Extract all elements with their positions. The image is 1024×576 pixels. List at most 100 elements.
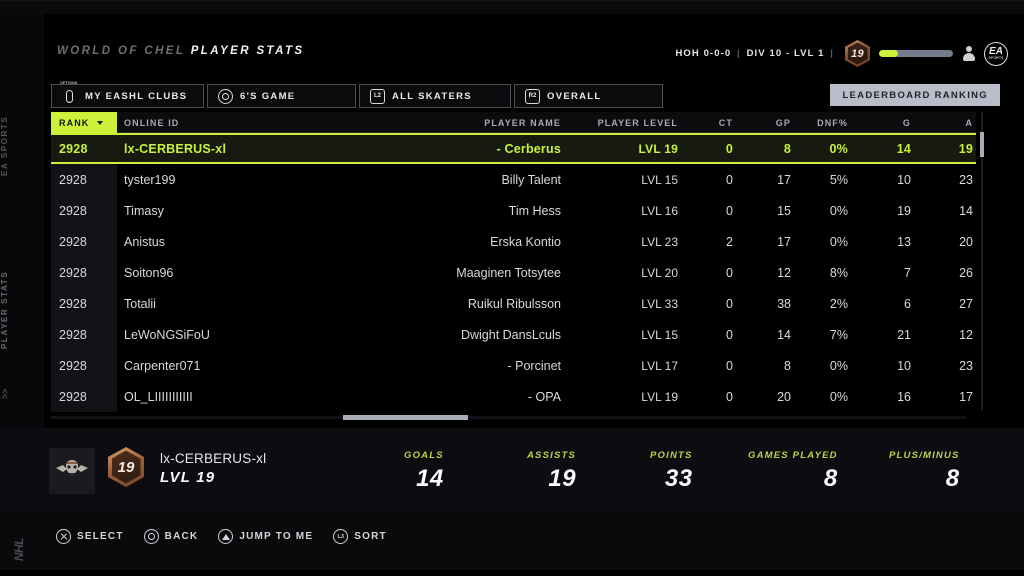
- summary-stat-assists: ASSISTS 19: [527, 450, 576, 493]
- cell-dnf: 0%: [829, 358, 848, 373]
- table-row[interactable]: 2928 Totalii Ruikul Ribulsson LVL 33 0 38 2% 6 2…: [51, 288, 976, 319]
- column-header-player-level[interactable]: PLAYER LEVEL: [566, 112, 678, 133]
- column-header-gp[interactable]: GP: [739, 112, 791, 133]
- summary-stat-label: PLUS/MINUS: [889, 450, 960, 461]
- filter-stat-scope[interactable]: R2 OVERALL: [514, 84, 663, 108]
- cell-player-level: LVL 17: [641, 358, 678, 373]
- rail-item-ea-sports[interactable]: EA SPORTS: [0, 106, 44, 186]
- horizontal-scrollbar[interactable]: [51, 415, 966, 420]
- table-header-row: RANK ONLINE ID PLAYER NAME PLAYER LEVEL …: [51, 112, 976, 133]
- action-back[interactable]: BACK: [143, 529, 199, 544]
- status-separator-1: |: [737, 48, 741, 59]
- column-header-a[interactable]: A: [921, 112, 973, 133]
- profile-icon[interactable]: [962, 46, 975, 61]
- column-header-g[interactable]: G: [859, 112, 911, 133]
- cell-ct: 0: [726, 203, 733, 218]
- nhl-logo-zone: NHL: [0, 512, 44, 576]
- cell-dnf: 0%: [829, 203, 848, 218]
- cell-g: 21: [897, 327, 911, 342]
- l2-button-icon: L2: [370, 88, 385, 104]
- column-header-dnf[interactable]: DNF%: [796, 112, 848, 133]
- r2-button-icon: R2: [525, 88, 540, 104]
- page-title: WORLD OF CHEL PLAYER STATS: [57, 45, 304, 57]
- cell-online-id: Carpenter071: [124, 358, 201, 373]
- cell-g: 7: [904, 265, 911, 280]
- cell-a: 23: [959, 172, 973, 187]
- cell-online-id: LeWoNGSiFoU: [124, 327, 210, 342]
- cell-gp: 17: [777, 172, 791, 187]
- summary-player-id: lx-CERBERUS-xl: [160, 451, 267, 466]
- options-button-icon: OPTIONS: [60, 81, 78, 104]
- cell-rank: 2928: [59, 265, 87, 280]
- cell-rank: 2928: [59, 172, 87, 187]
- action-select[interactable]: SELECT: [56, 529, 124, 544]
- status-dash: -: [785, 48, 794, 59]
- summary-stat-goals: GOALS 14: [404, 450, 444, 493]
- ea-logo-text: EA: [989, 45, 1003, 57]
- table-row[interactable]: 2928 tyster199 Billy Talent LVL 15 0 17 5% 10 23…: [51, 164, 976, 195]
- table-row[interactable]: 2928OL_LIIIIIIIIIII- OPALVL 190200%16173…: [51, 381, 976, 412]
- cell-dnf: 5%: [829, 172, 848, 187]
- triangle-button-icon: [218, 529, 234, 544]
- cell-player-name: - OPA: [527, 389, 561, 404]
- level-status: LVL 1: [793, 48, 825, 59]
- summary-stat-value: 8: [945, 465, 960, 492]
- column-header-rank[interactable]: RANK: [51, 112, 117, 133]
- table-row[interactable]: 2928 Carpenter071 - Porcinet LVL 17 0 8 0% 10 23…: [51, 350, 976, 381]
- cell-gp: 12: [777, 265, 791, 280]
- cell-player-name: Maaginen Totsytee: [456, 265, 561, 280]
- options-button-caption: OPTIONS: [60, 81, 78, 85]
- table-row[interactable]: 2928 LeWoNGSiFoU Dwight DansLculs LVL 15 0 14…: [51, 319, 976, 350]
- filter-position[interactable]: L2 ALL SKATERS: [359, 84, 511, 108]
- summary-stat-points: POINTS 33: [650, 450, 693, 493]
- cell-player-level: LVL 19: [641, 389, 678, 404]
- column-header-online-id[interactable]: ONLINE ID: [124, 112, 334, 133]
- cell-a: 26: [959, 265, 973, 280]
- cell-online-id: Anistus: [124, 234, 165, 249]
- cell-a: 23: [959, 358, 973, 373]
- ea-sports-logo-icon: EA SPORTS: [984, 41, 1008, 66]
- cell-player-name: Erska Kontio: [490, 234, 561, 249]
- filter-my-eashl-clubs[interactable]: OPTIONS MY EASHL CLUBS: [51, 81, 204, 108]
- filter-game-mode[interactable]: 6'S GAME: [207, 84, 356, 108]
- cell-player-level: LVL 23: [641, 234, 678, 249]
- vertical-scrollbar[interactable]: [980, 112, 984, 410]
- cell-player-name: - Cerberus: [496, 141, 561, 156]
- action-label: SELECT: [77, 531, 124, 542]
- rail-expand-chevrons-icon[interactable]: >>: [0, 386, 44, 402]
- cell-g: 14: [896, 141, 911, 156]
- cell-g: 6: [904, 296, 911, 311]
- table-row[interactable]: 2928 Soiton96 Maaginen Totsytee LVL 20 0 12 8%…: [51, 257, 976, 288]
- cell-a: 19: [958, 141, 973, 156]
- cell-gp: 15: [777, 203, 791, 218]
- cell-online-id: Soiton96: [124, 265, 174, 280]
- summary-player-level: LVL 19: [160, 469, 216, 486]
- action-jump-to-me[interactable]: JUMP TO ME: [218, 529, 313, 544]
- summary-stat-label: ASSISTS: [527, 450, 577, 461]
- cell-gp: 8: [784, 358, 791, 373]
- rail-item-player-stats[interactable]: PLAYER STATS: [0, 266, 44, 354]
- cell-a: 12: [959, 327, 973, 342]
- column-header-player-name[interactable]: PLAYER NAME: [336, 112, 561, 133]
- action-sort[interactable]: L3 SORT: [333, 529, 387, 544]
- filter-label: 6'S GAME: [240, 90, 296, 102]
- cell-player-level: LVL 19: [638, 141, 678, 156]
- table-row[interactable]: 2928TimasyTim HessLVL 160150%191433: [51, 195, 976, 226]
- bottom-letterbox: [0, 570, 1024, 576]
- cell-ct: 0: [726, 327, 733, 342]
- table-row[interactable]: 2928AnistusErska KontioLVL 232170%132033: [51, 226, 976, 257]
- table-row-selected[interactable]: 2928 lx-CERBERUS-xl - Cerberus LVL 19 0 8 0% 14…: [51, 133, 976, 164]
- cell-ct: 0: [726, 389, 733, 404]
- cell-a: 14: [959, 203, 973, 218]
- summary-stat-plus-minus: PLUS/MINUS 8: [889, 450, 960, 493]
- cell-rank: 2928: [59, 296, 87, 311]
- cell-ct: 0: [726, 296, 733, 311]
- column-header-ct[interactable]: CT: [681, 112, 733, 133]
- leaderboard-ranking-button[interactable]: LEADERBOARD RANKING: [830, 84, 1000, 106]
- cell-rank: 2928: [59, 234, 87, 249]
- header-status-group: HOH 0-0-0 | DIV 10 - LVL 1 | 19 EA SPORT…: [675, 40, 1008, 67]
- record-status: HOH 0-0-0 | DIV 10 - LVL 1 |: [675, 48, 836, 59]
- ea-logo-sports-text: SPORTS: [988, 56, 1004, 61]
- status-separator-2: |: [830, 48, 834, 59]
- cell-gp: 38: [777, 296, 791, 311]
